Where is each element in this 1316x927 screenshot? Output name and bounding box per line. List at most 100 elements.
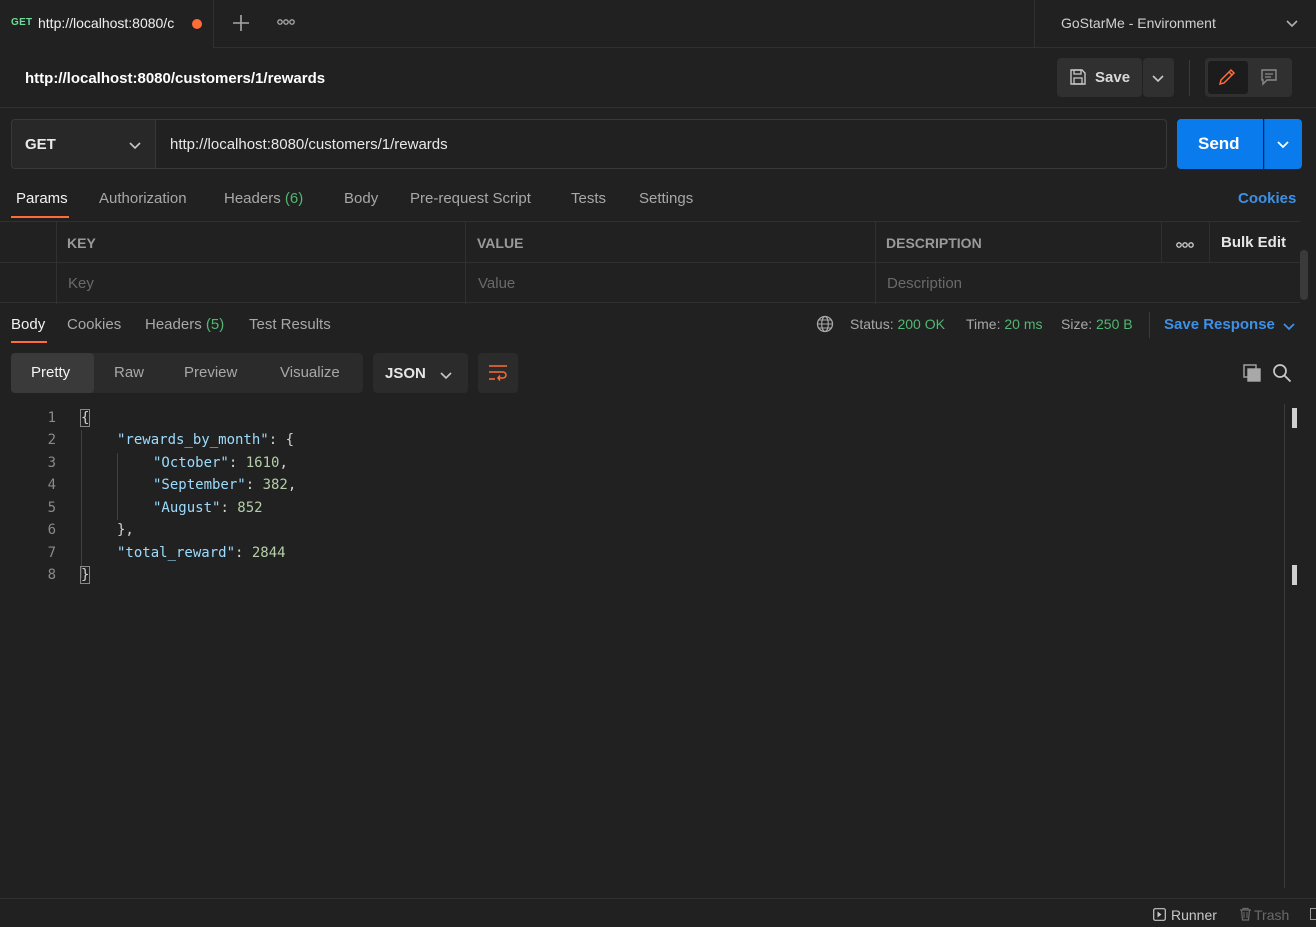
- unsaved-dot-icon: [192, 19, 202, 29]
- bulk-edit-button[interactable]: Bulk Edit: [1221, 234, 1286, 251]
- trash-button[interactable]: Trash: [1254, 907, 1289, 923]
- send-label: Send: [1198, 134, 1240, 153]
- tab-params[interactable]: Params: [16, 190, 68, 207]
- wrap-lines-button[interactable]: [478, 353, 518, 393]
- tab-bar: GET http://localhost:8080/c GoStarMe - E…: [0, 0, 1316, 48]
- line-number: 1: [47, 410, 56, 426]
- send-button[interactable]: Send: [1177, 119, 1263, 169]
- tab-settings[interactable]: Settings: [639, 190, 693, 207]
- params-scrollbar[interactable]: [1300, 250, 1308, 300]
- tab-tests[interactable]: Tests: [571, 190, 606, 207]
- chevron-down-icon: [128, 138, 142, 152]
- value-input[interactable]: Value: [478, 275, 515, 292]
- view-raw[interactable]: Raw: [114, 364, 144, 381]
- tab-headers-label: Headers: [224, 190, 281, 207]
- comment-icon[interactable]: [1259, 67, 1279, 87]
- tab-authorization[interactable]: Authorization: [99, 190, 187, 207]
- view-visualize[interactable]: Visualize: [280, 364, 340, 381]
- line-number: 7: [47, 545, 56, 561]
- column-divider: [1161, 222, 1162, 263]
- save-icon: [1069, 68, 1087, 86]
- tab-headers[interactable]: Headers (6): [224, 190, 303, 207]
- request-tabs: Params Authorization Headers (6) Body Pr…: [0, 180, 1316, 220]
- chevron-down-icon[interactable]: [1282, 319, 1296, 333]
- new-tab-icon[interactable]: [230, 12, 252, 34]
- save-options-button[interactable]: [1143, 58, 1174, 97]
- key-input[interactable]: Key: [68, 275, 94, 292]
- tab-method: GET: [11, 17, 33, 28]
- line-number: 6: [47, 522, 56, 538]
- pencil-icon[interactable]: [1217, 67, 1237, 87]
- format-select[interactable]: JSON: [373, 353, 468, 393]
- copy-icon[interactable]: [1242, 363, 1262, 383]
- code-line: "October": 1610,: [153, 455, 288, 471]
- params-table: KEY VALUE DESCRIPTION Bulk Edit Key Valu…: [0, 221, 1300, 304]
- format-value: JSON: [385, 365, 426, 382]
- json-punct: : {: [268, 432, 295, 448]
- line-number: 4: [47, 477, 56, 493]
- more-options-icon[interactable]: [1175, 240, 1195, 250]
- send-options-button[interactable]: [1264, 119, 1302, 169]
- response-time: Time: 20 ms: [966, 316, 1043, 332]
- size-value: 250 B: [1096, 316, 1133, 332]
- request-title[interactable]: http://localhost:8080/customers/1/reward…: [25, 70, 325, 87]
- indent-guide: [117, 453, 118, 520]
- response-tab-cookies[interactable]: Cookies: [67, 316, 121, 333]
- runner-button[interactable]: Runner: [1171, 907, 1217, 923]
- request-tab[interactable]: GET http://localhost:8080/c: [0, 0, 214, 48]
- scrollbar-marker: [1292, 408, 1297, 428]
- view-pretty[interactable]: Pretty: [31, 364, 70, 381]
- json-key: "October": [153, 455, 229, 471]
- cookies-link[interactable]: Cookies: [1238, 190, 1296, 207]
- response-tab-test-results[interactable]: Test Results: [249, 316, 331, 333]
- more-tabs-icon[interactable]: [276, 16, 296, 28]
- headers-count: (6): [284, 190, 304, 207]
- time-label: Time:: [966, 316, 1001, 332]
- environment-selector[interactable]: GoStarMe - Environment: [1034, 0, 1316, 48]
- chevron-down-icon: [1285, 16, 1299, 30]
- line-number: 5: [47, 500, 56, 516]
- tab-prerequest-script[interactable]: Pre-request Script: [410, 190, 531, 207]
- scrollbar-marker: [1292, 565, 1297, 585]
- divider: [1149, 312, 1150, 338]
- response-tab-headers[interactable]: Headers (5): [145, 316, 224, 333]
- editor-scrollbar-track[interactable]: [1284, 404, 1285, 888]
- json-brace: {: [79, 409, 91, 427]
- search-icon[interactable]: [1272, 363, 1292, 383]
- method-select[interactable]: GET: [11, 119, 156, 169]
- url-input[interactable]: http://localhost:8080/customers/1/reward…: [155, 119, 1167, 169]
- tab-body[interactable]: Body: [344, 190, 378, 207]
- mode-switch: [1205, 58, 1292, 97]
- trash-icon[interactable]: [1239, 907, 1252, 921]
- view-preview[interactable]: Preview: [184, 364, 237, 381]
- chevron-down-icon: [1276, 137, 1290, 151]
- column-description: DESCRIPTION: [886, 235, 982, 251]
- code-line: {: [79, 409, 91, 427]
- divider: [1189, 60, 1190, 96]
- save-button[interactable]: Save: [1057, 58, 1142, 97]
- response-body-editor[interactable]: 1 2 3 4 5 6 7 8 { "rewards_by_month": { …: [0, 404, 1300, 894]
- status-bar: Runner Trash: [0, 898, 1316, 927]
- chevron-down-icon: [439, 368, 453, 382]
- json-number: 382: [262, 477, 288, 493]
- column-key: KEY: [67, 235, 96, 251]
- column-divider: [465, 222, 466, 304]
- globe-icon[interactable]: [816, 315, 834, 333]
- column-divider: [56, 222, 57, 304]
- url-value: http://localhost:8080/customers/1/reward…: [170, 136, 448, 153]
- response-headers-label: Headers: [145, 316, 202, 333]
- layout-icon[interactable]: [1310, 908, 1316, 920]
- runner-icon[interactable]: [1153, 908, 1166, 921]
- active-tab-indicator: [11, 341, 47, 343]
- json-key: "August": [153, 500, 221, 516]
- save-response-button[interactable]: Save Response: [1164, 316, 1275, 333]
- column-divider: [1209, 222, 1210, 263]
- code-line: "rewards_by_month": {: [117, 432, 294, 448]
- description-input[interactable]: Description: [887, 275, 962, 292]
- line-number: 3: [47, 455, 56, 471]
- column-divider: [875, 222, 876, 304]
- response-tab-body[interactable]: Body: [11, 316, 45, 333]
- size-label: Size:: [1061, 316, 1093, 332]
- response-size: Size: 250 B: [1061, 316, 1133, 332]
- params-table-header: [0, 222, 1300, 263]
